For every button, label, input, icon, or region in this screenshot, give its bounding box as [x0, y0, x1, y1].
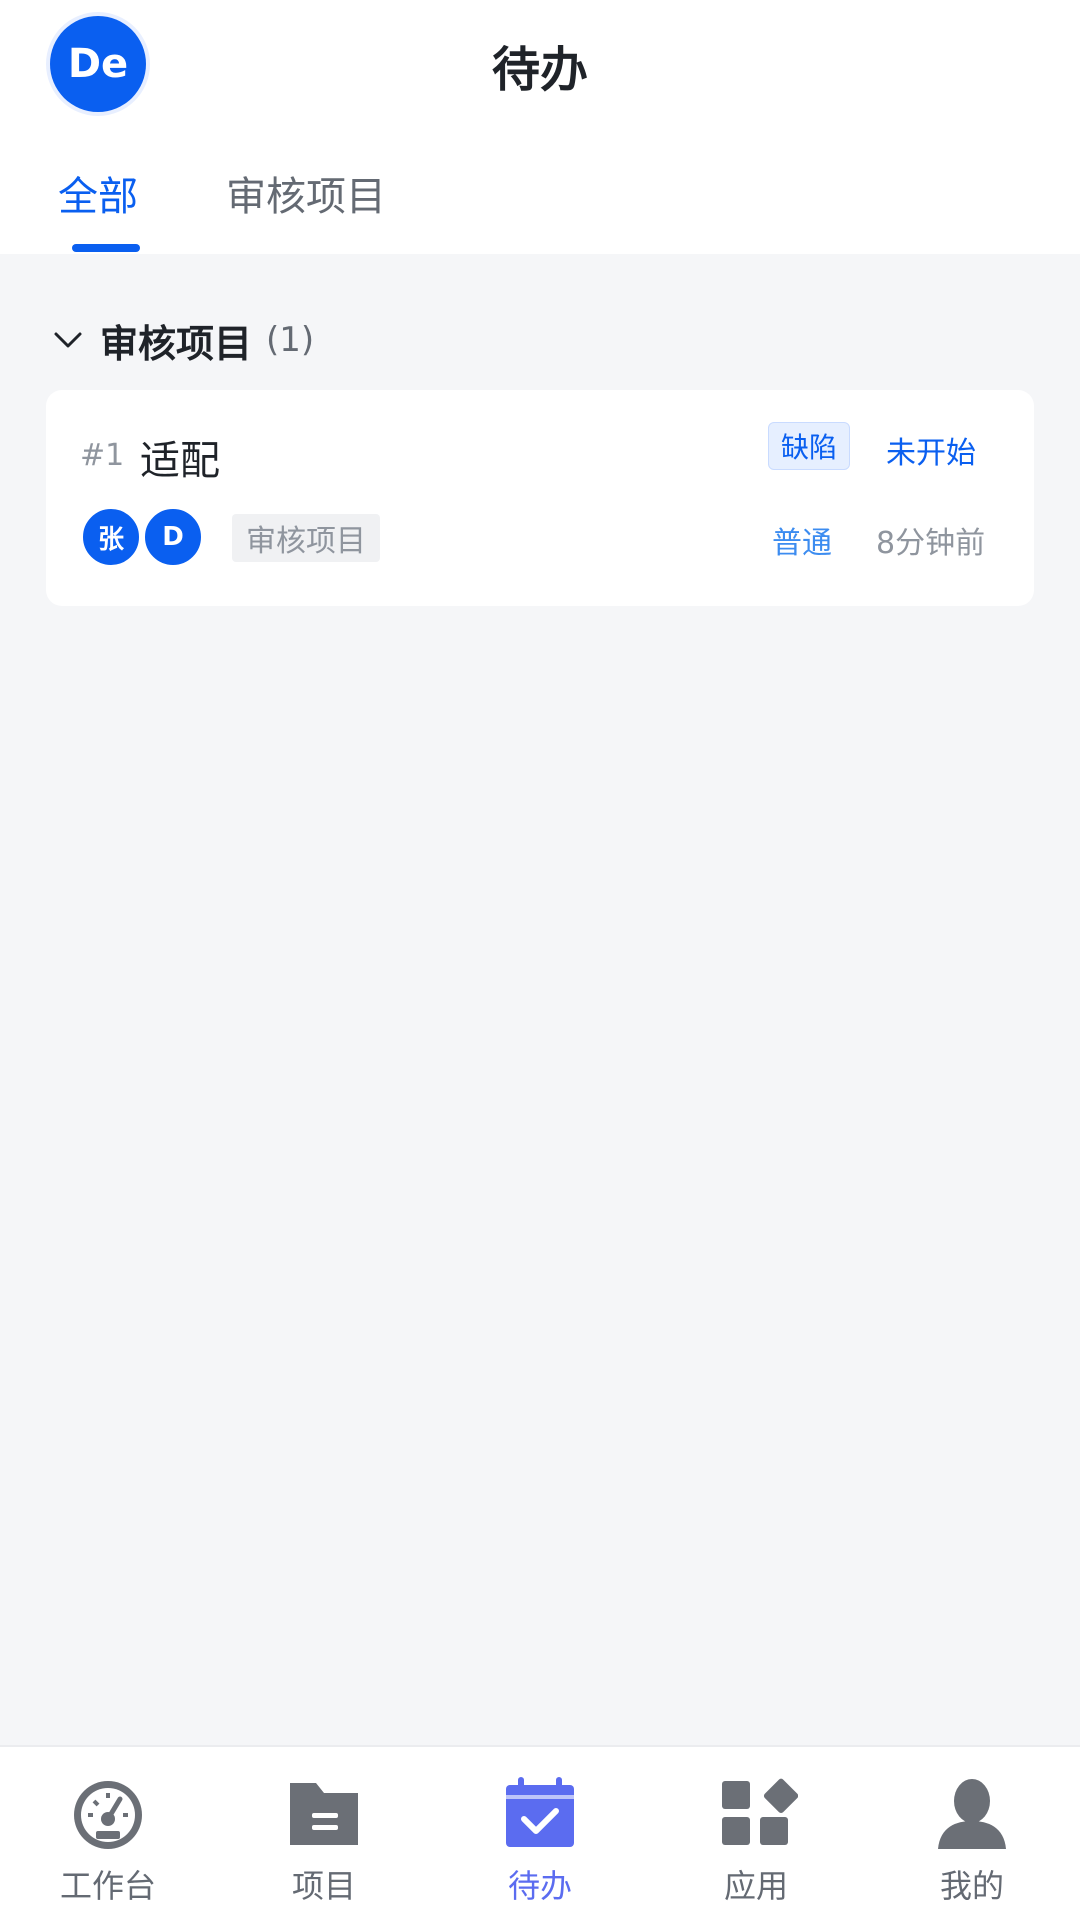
chevron-down-icon: [48, 320, 88, 360]
tab-review-project[interactable]: 审核项目: [226, 164, 386, 222]
tab-bar: 全部 审核项目: [0, 130, 1080, 254]
nav-item-todo[interactable]: 待办: [432, 1747, 648, 1920]
section-count: (1): [266, 320, 315, 360]
nav-label: 应用: [723, 1867, 788, 1905]
page-title: 待办: [491, 42, 588, 98]
nav-label: 项目: [291, 1867, 356, 1905]
task-number: #1: [80, 438, 125, 473]
assignee-avatar: 张: [80, 506, 142, 568]
folder-icon: [282, 1771, 366, 1855]
top-header: De 待办: [0, 0, 1080, 130]
user-icon: [930, 1771, 1014, 1855]
section-title: 审核项目: [100, 321, 253, 366]
project-tag: 审核项目: [232, 514, 380, 562]
nav-label: 工作台: [59, 1867, 156, 1905]
nav-label: 待办: [507, 1867, 572, 1905]
tab-all[interactable]: 全部: [58, 164, 138, 222]
section-header[interactable]: 审核项目 (1): [48, 312, 314, 368]
apps-icon: [714, 1771, 799, 1855]
task-title: 适配: [140, 438, 220, 484]
calendar-check-icon: [498, 1771, 582, 1855]
nav-item-mine[interactable]: 我的: [864, 1747, 1080, 1920]
task-priority[interactable]: 普通: [772, 518, 832, 562]
task-type-tag: 缺陷: [768, 422, 851, 470]
task-time: 8分钟前: [876, 526, 986, 561]
dashboard-icon: [66, 1771, 150, 1855]
active-tab-indicator: [72, 244, 140, 252]
nav-item-workbench[interactable]: 工作台: [0, 1747, 216, 1920]
assignee-avatar: D: [142, 506, 204, 568]
task-card[interactable]: #1 适配 缺陷 未开始 张 D 审核项目 普通 8分钟前: [46, 390, 1034, 606]
nav-item-projects[interactable]: 项目: [216, 1747, 432, 1920]
nav-label: 我的: [939, 1867, 1004, 1905]
task-status[interactable]: 未开始: [886, 428, 976, 472]
bottom-nav: 工作台 项目 待办 应用 我的: [0, 1745, 1080, 1920]
nav-item-apps[interactable]: 应用: [648, 1747, 864, 1920]
